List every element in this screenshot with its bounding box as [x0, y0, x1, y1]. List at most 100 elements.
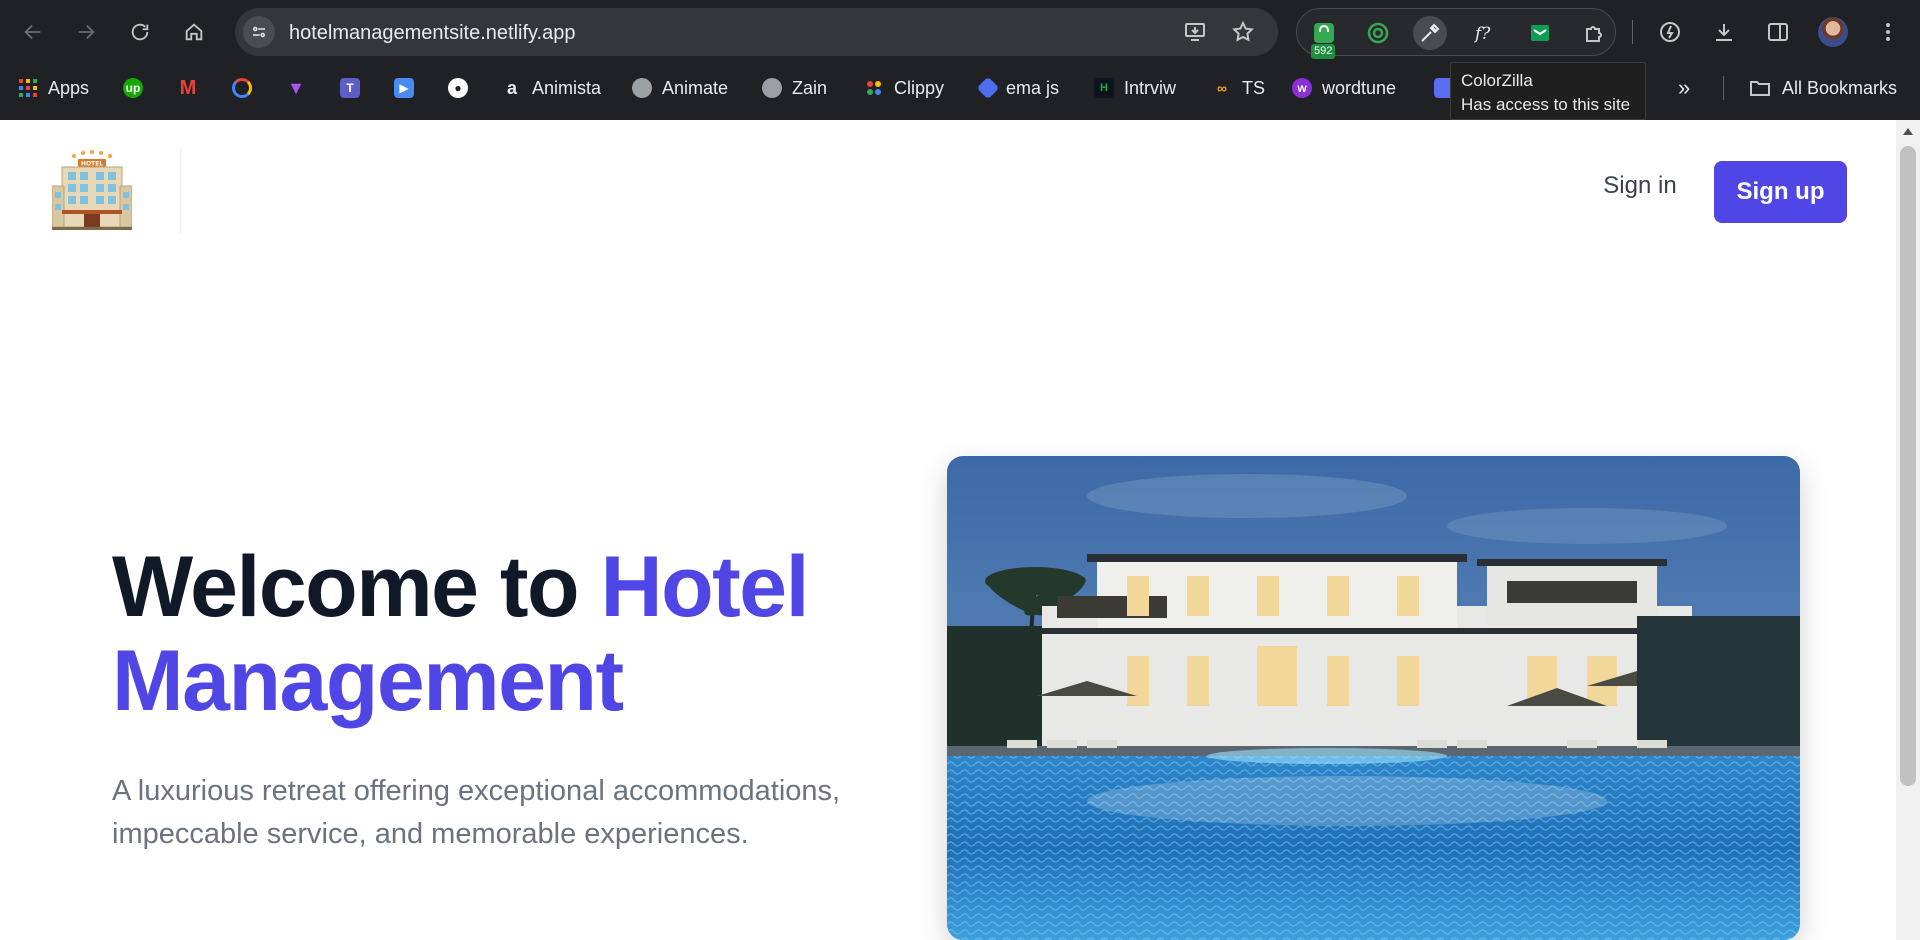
bookmark-label: Animista	[532, 77, 602, 98]
bookmark-wordtune[interactable]: w wordtune	[1292, 74, 1396, 102]
bookmark-apps[interactable]: Apps	[18, 74, 89, 102]
bookmark-gmail[interactable]: M	[178, 74, 198, 102]
chevron-double-right-icon: »	[1678, 75, 1691, 100]
ts-icon: ∞	[1217, 80, 1227, 96]
hackerrank-icon: H	[1094, 78, 1114, 98]
hotel-building-icon: HOTEL	[51, 150, 133, 230]
downloads-button[interactable]	[1706, 14, 1742, 50]
hero-hotel-image	[947, 456, 1800, 940]
wordtune-icon: w	[1292, 78, 1312, 98]
hero-title-dark: Welcome to	[112, 539, 601, 635]
more-bookmarks-button[interactable]: »	[1678, 74, 1690, 102]
profile-avatar[interactable]	[1818, 17, 1848, 47]
bookmark-zain[interactable]: Zain	[762, 74, 827, 102]
hero-title-accent-2: Management	[112, 633, 624, 729]
extension-target[interactable]	[1361, 16, 1395, 50]
chrome-menu-button[interactable]	[1870, 14, 1906, 50]
back-arrow-icon	[24, 24, 41, 40]
bookmark-upwork[interactable]: up	[123, 74, 143, 102]
bookmark-intrviw[interactable]: H Intrviw	[1094, 74, 1176, 102]
bookmark-github[interactable]: ●	[448, 74, 468, 102]
hotel-logo[interactable]: HOTEL	[51, 150, 133, 232]
kebab-menu-icon	[1886, 23, 1890, 41]
extension-badge-count: 592	[1311, 44, 1336, 59]
emailjs-icon	[976, 76, 1000, 100]
bookmark-emailjs[interactable]: ema js	[976, 74, 1059, 102]
bookmark-animista[interactable]: a Animista	[502, 74, 601, 102]
signin-link[interactable]: Sign in	[1580, 160, 1700, 212]
globe-icon	[632, 78, 652, 98]
bookmark-chrome-ring[interactable]	[232, 74, 252, 102]
hero-subtitle: A luxurious retreat offering exceptional…	[112, 775, 841, 850]
extension-lock-badge[interactable]: 592	[1307, 16, 1341, 59]
tooltip-title: ColorZilla	[1461, 71, 1533, 90]
extensions-menu-button[interactable]	[1577, 16, 1611, 50]
gmail-icon: M	[179, 76, 197, 99]
side-panel-icon	[1768, 23, 1788, 41]
clippy-icon	[864, 78, 884, 98]
extension-mail[interactable]	[1523, 16, 1557, 50]
signup-button[interactable]: Sign up	[1714, 161, 1847, 223]
bookmark-teams[interactable]: T	[340, 74, 360, 102]
install-icon	[1185, 23, 1205, 41]
mail-icon	[1531, 25, 1549, 41]
star-icon	[1232, 20, 1254, 42]
tooltip-subtitle: Has access to this site	[1461, 95, 1631, 114]
extensions-group: 592 f?	[1296, 8, 1616, 59]
bookmark-label: Clippy	[894, 77, 945, 98]
bookmark-animate[interactable]: Animate	[632, 74, 728, 102]
browser-chrome: hotelmanagementsite.netlify.app 592 f? A…	[0, 0, 1920, 120]
font-question-icon: f?	[1473, 24, 1491, 44]
extension-colorzilla[interactable]	[1413, 16, 1447, 50]
address-bar[interactable]: hotelmanagementsite.netlify.app	[235, 8, 1278, 56]
scroll-up-arrow-icon[interactable]	[1903, 128, 1913, 135]
bookmark-vite[interactable]: ▼	[286, 74, 306, 102]
page-scrollbar[interactable]	[1896, 120, 1920, 940]
all-bookmarks-label: All Bookmarks	[1782, 77, 1898, 98]
apps-grid-icon	[18, 78, 38, 98]
teams-icon: T	[340, 78, 360, 98]
eyedropper-icon	[1421, 23, 1440, 42]
vite-icon: ▼	[287, 77, 305, 98]
back-button[interactable]	[15, 14, 51, 50]
github-icon: ●	[448, 78, 468, 98]
side-panel-button[interactable]	[1760, 14, 1796, 50]
hero-title: Welcome to Hotel Management	[112, 540, 932, 728]
toolbar-divider	[1632, 20, 1633, 44]
globe-icon	[762, 78, 782, 98]
bookmark-star-button[interactable]	[1229, 18, 1257, 46]
bookmark-label: TS	[1242, 77, 1266, 98]
upwork-icon: up	[123, 78, 143, 98]
extension-fonts[interactable]: f?	[1467, 16, 1501, 50]
hero-title-accent: Hotel	[600, 539, 809, 635]
bookmark-label: wordtune	[1322, 77, 1397, 98]
animista-icon: a	[506, 77, 517, 98]
forward-arrow-icon	[78, 24, 95, 40]
page-content: HOTEL Sign in Sign up Welcome to Hotel Ma…	[0, 120, 1896, 940]
chrome-ring-icon	[232, 78, 252, 98]
bookmark-label: Apps	[48, 77, 90, 98]
reload-button[interactable]	[122, 14, 158, 50]
install-app-button[interactable]	[1181, 18, 1209, 46]
bookmark-label: Intrviw	[1124, 77, 1177, 98]
bookmark-label: Zain	[792, 77, 828, 98]
folder-icon	[1750, 81, 1770, 96]
url-text[interactable]: hotelmanagementsite.netlify.app	[289, 22, 575, 45]
home-button[interactable]	[176, 14, 212, 50]
tune-icon	[253, 26, 265, 38]
browser-toolbar: hotelmanagementsite.netlify.app 592 f?	[0, 0, 1920, 64]
home-icon	[185, 23, 203, 41]
all-bookmarks-button[interactable]: All Bookmarks	[1748, 74, 1897, 102]
bookmark-ts[interactable]: ∞ TS	[1212, 74, 1265, 102]
forward-button[interactable]	[68, 14, 104, 50]
scrollbar-thumb[interactable]	[1900, 146, 1916, 786]
shield-lock-icon	[1314, 23, 1334, 43]
bookmark-label: Animate	[662, 77, 729, 98]
bookmark-video[interactable]: ▶	[394, 74, 414, 102]
video-icon: ▶	[394, 78, 414, 98]
hotel-pool-photo	[947, 456, 1800, 940]
bookmark-clippy[interactable]: Clippy	[864, 74, 944, 102]
performance-button[interactable]	[1652, 14, 1688, 50]
svg-text:f?: f?	[1473, 24, 1491, 44]
site-info-button[interactable]	[243, 16, 275, 48]
